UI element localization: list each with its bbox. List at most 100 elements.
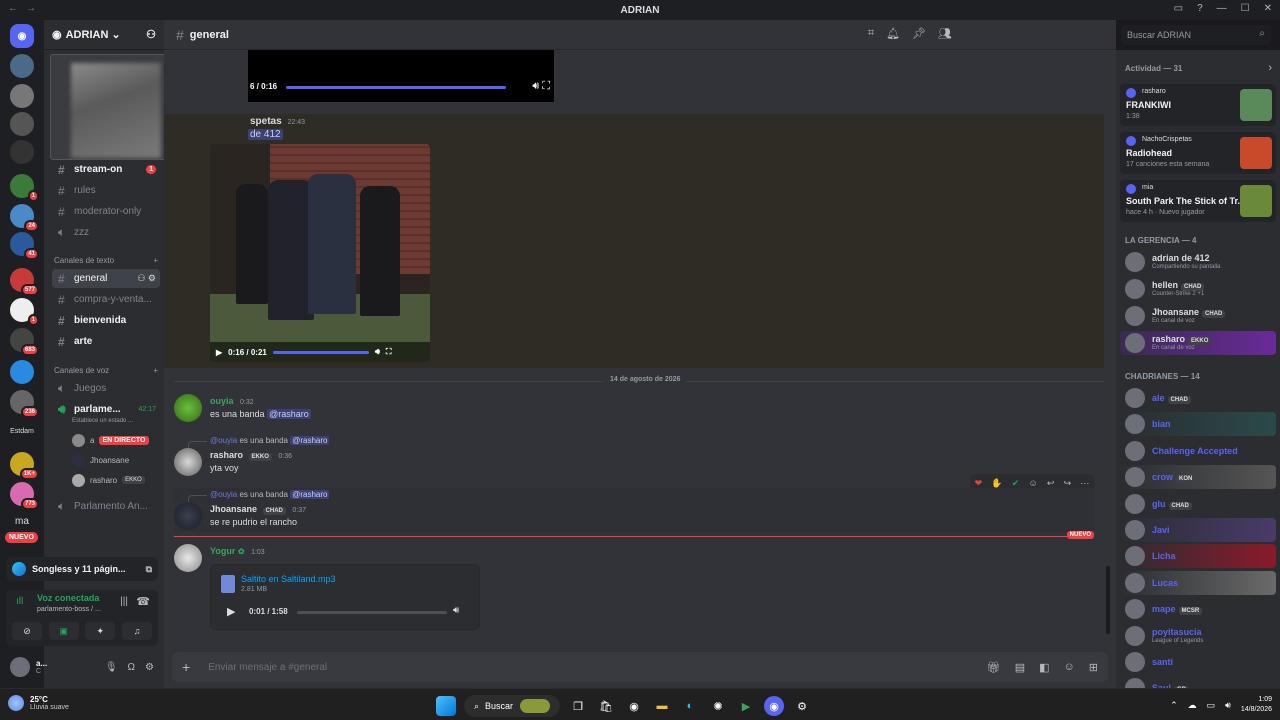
chatgpt-icon[interactable]: ✺ bbox=[708, 696, 728, 716]
member-item[interactable]: santi bbox=[1120, 650, 1276, 674]
member-item[interactable]: poyitasucia League of Legends bbox=[1120, 624, 1276, 648]
voice-user[interactable]: a EN DIRECTO bbox=[72, 432, 149, 448]
chevron-right-icon[interactable]: › bbox=[1268, 62, 1272, 74]
taskbar-search[interactable]: ⌕ Buscar bbox=[464, 695, 560, 717]
hand-reaction-icon[interactable]: ✋ bbox=[991, 478, 1002, 489]
channel-moderator-only[interactable]: # moderator-only bbox=[52, 202, 160, 221]
fullscreen-icon[interactable]: ⛶ bbox=[386, 347, 392, 357]
member-item[interactable]: Jhoansane CHAD En canal de voz bbox=[1120, 304, 1276, 328]
volume-icon[interactable]: 🔊︎ bbox=[453, 605, 459, 616]
server-icon[interactable]: ◉ bbox=[10, 24, 34, 48]
member-item[interactable]: ale CHAD bbox=[1120, 386, 1276, 410]
message-composer[interactable]: + Enviar mensaje a #general 🎁︎ ▤ ◧ ☺ ⊞ bbox=[172, 652, 1108, 682]
edge-icon[interactable]: ◐ bbox=[680, 696, 700, 716]
obs-icon[interactable]: ◉ bbox=[624, 696, 644, 716]
member-item[interactable]: rasharo EKKO En canal de voz bbox=[1120, 331, 1276, 355]
nav-arrows[interactable]: ←→ bbox=[8, 3, 44, 14]
server-icon[interactable]: 24 bbox=[10, 204, 39, 232]
server-icon[interactable]: 236 bbox=[10, 390, 39, 418]
member-item[interactable]: glu CHAD bbox=[1120, 492, 1276, 516]
message-author[interactable]: Yogur ✿ 1:03 bbox=[210, 546, 265, 556]
message-author[interactable]: Jhoansane CHAD 0:37 bbox=[210, 504, 306, 515]
video-progress[interactable] bbox=[272, 350, 369, 354]
channel-zzz[interactable]: 🔈︎ zzz bbox=[52, 223, 160, 242]
onedrive-icon[interactable]: ☁ bbox=[1188, 700, 1197, 711]
server-icon[interactable]: 1K+ bbox=[10, 452, 39, 480]
network-icon[interactable]: ▭ bbox=[1207, 700, 1216, 711]
disconnect-icon[interactable]: ☎ bbox=[136, 595, 150, 608]
member-item[interactable]: crow KON bbox=[1120, 465, 1276, 490]
server-icon[interactable]: 1 bbox=[10, 174, 39, 202]
explorer-icon[interactable]: ▬ bbox=[652, 696, 672, 716]
channel-rules[interactable]: # rules bbox=[52, 181, 160, 200]
pin-icon[interactable]: 📌︎ bbox=[912, 27, 926, 40]
mention[interactable]: de 412 bbox=[248, 129, 283, 140]
message-author[interactable]: spetas 22:43 bbox=[250, 116, 305, 127]
add-channel-icon[interactable]: + bbox=[153, 366, 158, 375]
play-icon[interactable]: ▶ bbox=[227, 605, 235, 618]
volume-fullscreen-icons[interactable]: 🔊︎ ⛶ bbox=[532, 80, 550, 93]
voice-status-text[interactable]: Establece un estado ... bbox=[72, 418, 133, 424]
channel-compra-y-venta---[interactable]: # compra-y-venta... bbox=[52, 290, 160, 309]
activity-button[interactable]: ✦ bbox=[85, 622, 116, 640]
soundboard-button[interactable]: ♫ bbox=[121, 622, 152, 640]
edge-activity-panel[interactable]: Songless y 11 págin... ⧉ bbox=[6, 557, 158, 581]
member-item[interactable]: adrian de 412 Compartiendo su pantalla bbox=[1120, 250, 1276, 274]
windows-start-icon[interactable] bbox=[436, 696, 456, 716]
store-icon[interactable]: 🛍︎ bbox=[596, 696, 616, 716]
speaker-icon[interactable]: 🔊︎ bbox=[1225, 700, 1231, 711]
category-voice-channels[interactable]: Canales de voz + bbox=[54, 366, 158, 375]
voice-channel-parlamento-an[interactable]: 🔈︎ Parlamento An... bbox=[52, 497, 160, 516]
media-app-icon[interactable]: ▶ bbox=[736, 696, 756, 716]
add-member-icon[interactable]: ⚇ bbox=[146, 28, 156, 41]
avatar[interactable] bbox=[174, 394, 202, 422]
reply-icon[interactable]: ↩ bbox=[1047, 478, 1055, 489]
camera-off-button[interactable]: ⊘ bbox=[12, 622, 42, 640]
add-attachment-icon[interactable]: + bbox=[182, 659, 190, 675]
weather-widget[interactable]: 25°C Lluvia suave bbox=[8, 695, 69, 711]
avatar[interactable] bbox=[174, 448, 202, 476]
apps-icon[interactable]: ⊞ bbox=[1089, 661, 1098, 674]
settings-gear-icon[interactable]: ⚙ bbox=[145, 662, 154, 673]
add-channel-icon[interactable]: + bbox=[153, 256, 158, 265]
server-icon[interactable] bbox=[10, 84, 34, 108]
voice-user[interactable]: Jhoansane bbox=[72, 452, 129, 468]
volume-icon[interactable]: 🔊︎ bbox=[375, 347, 380, 357]
steam-icon[interactable]: ⚙ bbox=[792, 696, 812, 716]
server-icon[interactable] bbox=[10, 54, 34, 78]
server-icon[interactable] bbox=[10, 360, 34, 384]
inbox-icon[interactable]: ▭ bbox=[1174, 3, 1183, 14]
member-item[interactable]: mape MCSR bbox=[1120, 597, 1276, 621]
gift-icon[interactable]: 🎁︎ bbox=[987, 661, 1001, 674]
sticker-icon[interactable]: ◧ bbox=[1039, 661, 1049, 674]
reply-preview[interactable]: @ouyia es una banda @rasharo bbox=[187, 490, 330, 504]
member-item[interactable]: Licha bbox=[1120, 544, 1276, 569]
server-icon[interactable] bbox=[10, 140, 34, 164]
channel-arte[interactable]: # arte bbox=[52, 332, 160, 351]
video-strip-progress[interactable] bbox=[286, 86, 506, 89]
heart-reaction-icon[interactable]: ❤ bbox=[975, 478, 983, 489]
popout-icon[interactable]: ⧉ bbox=[146, 564, 152, 575]
message-author[interactable]: ouyia 0:32 bbox=[210, 396, 254, 406]
members-icon[interactable]: 👥︎ bbox=[938, 27, 952, 40]
folder-label[interactable]: Estdam bbox=[0, 428, 44, 435]
server-icon-label[interactable]: ma bbox=[0, 516, 44, 527]
tray-chevron-icon[interactable]: ⌃ bbox=[1170, 700, 1178, 711]
reply-preview[interactable]: @ouyia es una banda @rasharo bbox=[187, 436, 330, 450]
check-reaction-icon[interactable]: ✔ bbox=[1012, 478, 1020, 489]
scrollbar[interactable] bbox=[1106, 566, 1110, 634]
server-icon[interactable]: 41 bbox=[10, 232, 39, 260]
help-icon[interactable]: ? bbox=[1197, 3, 1203, 14]
server-icon[interactable]: 773 bbox=[10, 482, 39, 510]
add-reaction-icon[interactable]: ☺ bbox=[1028, 478, 1037, 488]
server-icon[interactable]: 577 bbox=[10, 268, 39, 296]
user-info[interactable]: a... C bbox=[36, 659, 47, 675]
avatar[interactable] bbox=[10, 657, 30, 677]
close-button[interactable]: ✕ bbox=[1264, 3, 1272, 14]
channel-general[interactable]: # general ⚇ ⚙ bbox=[52, 269, 160, 288]
headset-icon[interactable]: Ω bbox=[128, 662, 135, 673]
search-input[interactable]: Buscar ADRIAN ⌕ bbox=[1121, 25, 1271, 45]
member-item[interactable]: Javi bbox=[1120, 518, 1276, 542]
voice-channel-parlamento[interactable]: 🔊︎ parlame... 42:17 bbox=[52, 400, 160, 419]
play-icon[interactable]: ▶ bbox=[216, 348, 222, 357]
